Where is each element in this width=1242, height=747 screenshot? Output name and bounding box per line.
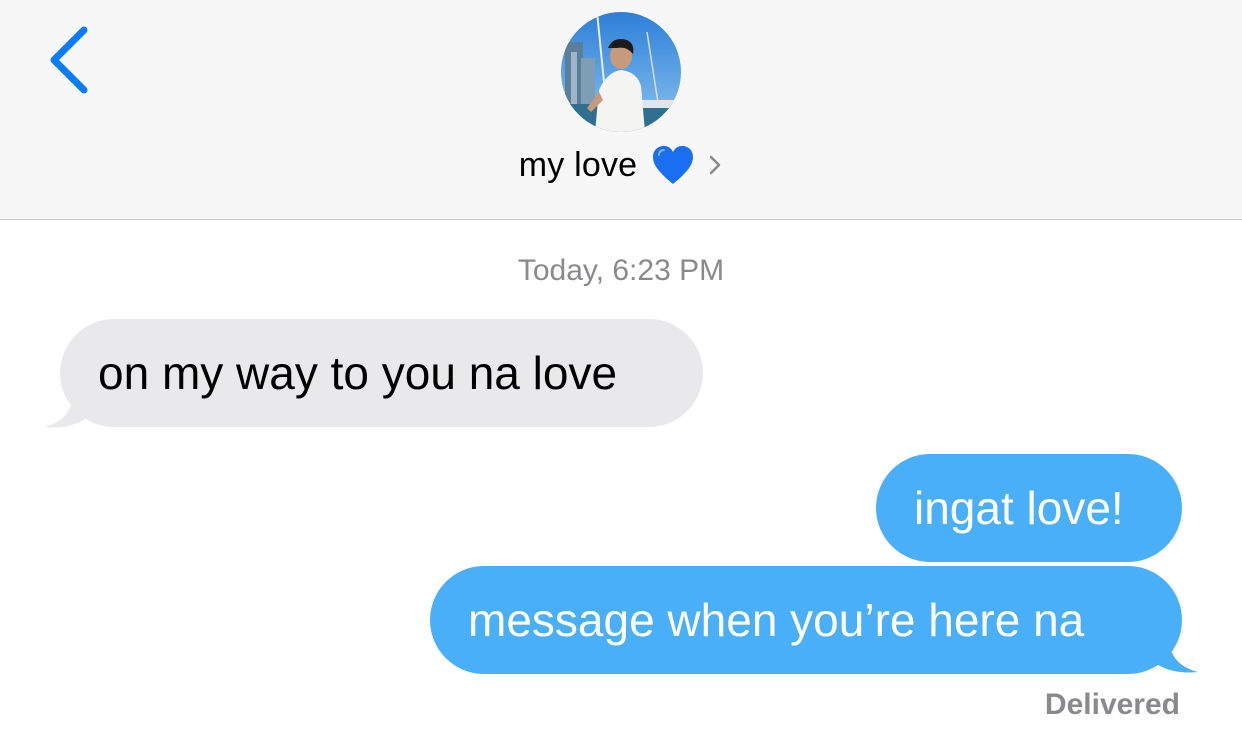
chevron-left-icon: [50, 26, 88, 94]
contact-name: my love: [518, 145, 638, 184]
outgoing-message-bubble[interactable]: message when you’re here na: [430, 566, 1182, 674]
back-button[interactable]: [42, 22, 102, 96]
delivery-status: Delivered: [1044, 688, 1180, 721]
conversation-header: my love: [0, 0, 1242, 220]
outgoing-message-bubble[interactable]: ingat love!: [876, 454, 1182, 562]
incoming-message-bubble[interactable]: on my way to you na love: [60, 319, 703, 427]
contact-avatar[interactable]: [561, 12, 681, 132]
contact-photo-icon: [561, 12, 681, 132]
contact-name-row[interactable]: my love: [0, 140, 1242, 190]
blue-heart-icon: [653, 146, 694, 184]
message-timestamp: Today, 6:23 PM: [517, 254, 725, 287]
chevron-right-icon: [710, 155, 721, 175]
